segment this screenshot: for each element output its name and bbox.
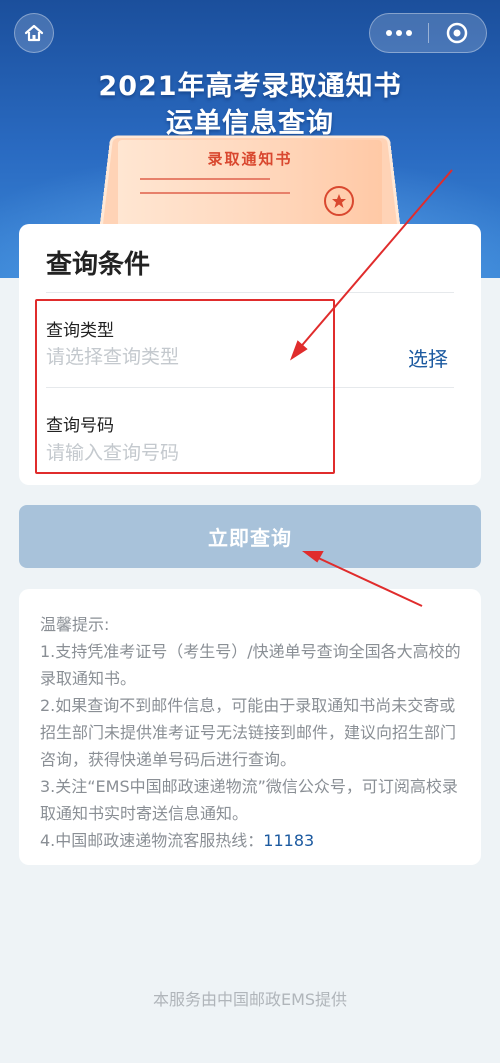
letter-heading: 录取通知书 [207,150,293,168]
tip-item: 2.如果查询不到邮件信息，可能由于录取通知书尚未交寄或招生部门未提供准考证号无法… [40,696,457,769]
footer-credit: 本服务由中国邮政EMS提供 [152,990,348,1009]
tip-item: 3.关注“EMS中国邮政速递物流”微信公众号，可订阅高校录取通知书实时寄送信息通… [40,777,458,823]
close-button[interactable] [429,14,487,52]
select-type-button[interactable]: 选择 [408,343,448,372]
banner-title-line1: 2021年高考录取通知书 [98,71,402,102]
banner-title-line2: 运单信息查询 [166,108,334,139]
tips-heading: 温馨提示: [40,615,110,634]
field-divider [46,387,454,388]
section-title: 查询条件 [46,250,151,280]
tip-item: 1.支持凭准考证号（考生号）/快递单号查询全国各大高校的录取通知书。 [40,642,461,688]
home-button[interactable] [14,13,54,53]
query-number-input[interactable] [46,439,446,467]
miniprogram-capsule [369,13,487,53]
hotline-prefix: 4.中国邮政速递物流客服热线： [40,831,264,850]
more-dots-icon [385,30,412,36]
query-type-input[interactable] [46,343,386,371]
tip-item: 4.中国邮政速递物流客服热线：11183 [40,827,463,854]
close-circle-icon [447,22,468,44]
home-icon [24,24,44,42]
seal-star-icon [324,186,354,216]
title-divider [46,292,454,293]
query-number-label: 查询号码 [46,416,114,436]
letter-line [140,192,290,194]
query-conditions-card: 查询条件 查询类型 选择 查询号码 [19,224,481,485]
tips-card: 温馨提示: 1.支持凭准考证号（考生号）/快递单号查询全国各大高校的录取通知书。… [19,589,481,865]
more-button[interactable] [370,14,428,52]
submit-query-button[interactable]: 立即查询 [19,505,481,568]
letter-line [140,178,270,180]
hotline-number[interactable]: 11183 [263,831,314,850]
query-type-label: 查询类型 [46,321,114,341]
